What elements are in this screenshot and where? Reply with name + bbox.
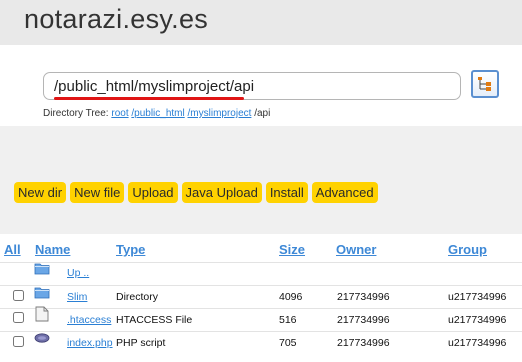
column-size-link[interactable]: Size — [279, 242, 305, 257]
row-divider — [0, 262, 522, 263]
row-index-php-type: PHP script — [116, 337, 166, 349]
php-file-icon — [34, 333, 50, 343]
action-toolbar: New dir New file Upload Java Upload Inst… — [14, 182, 378, 203]
directory-tree-breadcrumb: Directory Tree: root /public_html /mysli… — [43, 108, 270, 119]
row-index-php-checkbox[interactable] — [13, 336, 24, 347]
directory-tree-button[interactable] — [471, 70, 499, 98]
row-slim-type: Directory — [116, 291, 159, 303]
row-divider — [0, 331, 522, 332]
java-upload-button[interactable]: Java Upload — [181, 182, 262, 203]
path-input[interactable] — [43, 72, 461, 100]
row-htaccess-group: u217734996 — [448, 314, 507, 326]
row-slim-size: 4096 — [279, 291, 303, 303]
advanced-button[interactable]: Advanced — [311, 182, 378, 203]
row-slim-name-link[interactable]: Slim — [67, 291, 87, 303]
row-index-php-size: 705 — [279, 337, 297, 349]
column-type-link[interactable]: Type — [116, 242, 145, 257]
ftp-file-manager-page: notarazi.esy.es Directory Tree: root /pu… — [0, 0, 522, 362]
breadcrumb-root[interactable]: root — [111, 108, 128, 119]
row-slim-group: u217734996 — [448, 291, 507, 303]
row-index-php-group: u217734996 — [448, 337, 507, 349]
file-icon — [35, 306, 49, 322]
directory-tree-label: Directory Tree: — [43, 108, 109, 119]
row-htaccess-size: 516 — [279, 314, 297, 326]
row-divider — [0, 308, 522, 309]
row-index-php-owner: 217734996 — [337, 337, 390, 349]
toolbar-band — [0, 126, 522, 234]
new-file-button[interactable]: New file — [70, 182, 125, 203]
breadcrumb-public-html[interactable]: /public_html — [131, 108, 184, 119]
folder-icon — [34, 287, 50, 299]
row-slim-checkbox[interactable] — [13, 290, 24, 301]
breadcrumb-myslimproject[interactable]: /myslimproject — [188, 108, 252, 119]
column-owner-link[interactable]: Owner — [336, 242, 376, 257]
site-title: notarazi.esy.es — [24, 4, 209, 34]
site-header: notarazi.esy.es — [0, 0, 522, 45]
row-divider — [0, 285, 522, 286]
directory-tree-icon — [478, 77, 491, 91]
row-htaccess-checkbox[interactable] — [13, 312, 24, 323]
column-name-link[interactable]: Name — [35, 242, 70, 257]
install-button[interactable]: Install — [265, 182, 308, 203]
row-slim-owner: 217734996 — [337, 291, 390, 303]
row-htaccess-type: HTACCESS File — [116, 314, 193, 326]
row-up-name-link[interactable]: Up .. — [67, 267, 89, 279]
row-index-php-name-link[interactable]: index.php — [67, 337, 113, 349]
row-htaccess-name-link[interactable]: .htaccess — [67, 314, 111, 326]
column-group-link[interactable]: Group — [448, 242, 487, 257]
row-htaccess-owner: 217734996 — [337, 314, 390, 326]
new-dir-button[interactable]: New dir — [14, 182, 67, 203]
upload-button[interactable]: Upload — [128, 182, 178, 203]
folder-icon — [34, 263, 50, 275]
breadcrumb-current: /api — [254, 108, 271, 119]
highlight-underline — [54, 97, 244, 100]
column-all-link[interactable]: All — [4, 242, 21, 257]
